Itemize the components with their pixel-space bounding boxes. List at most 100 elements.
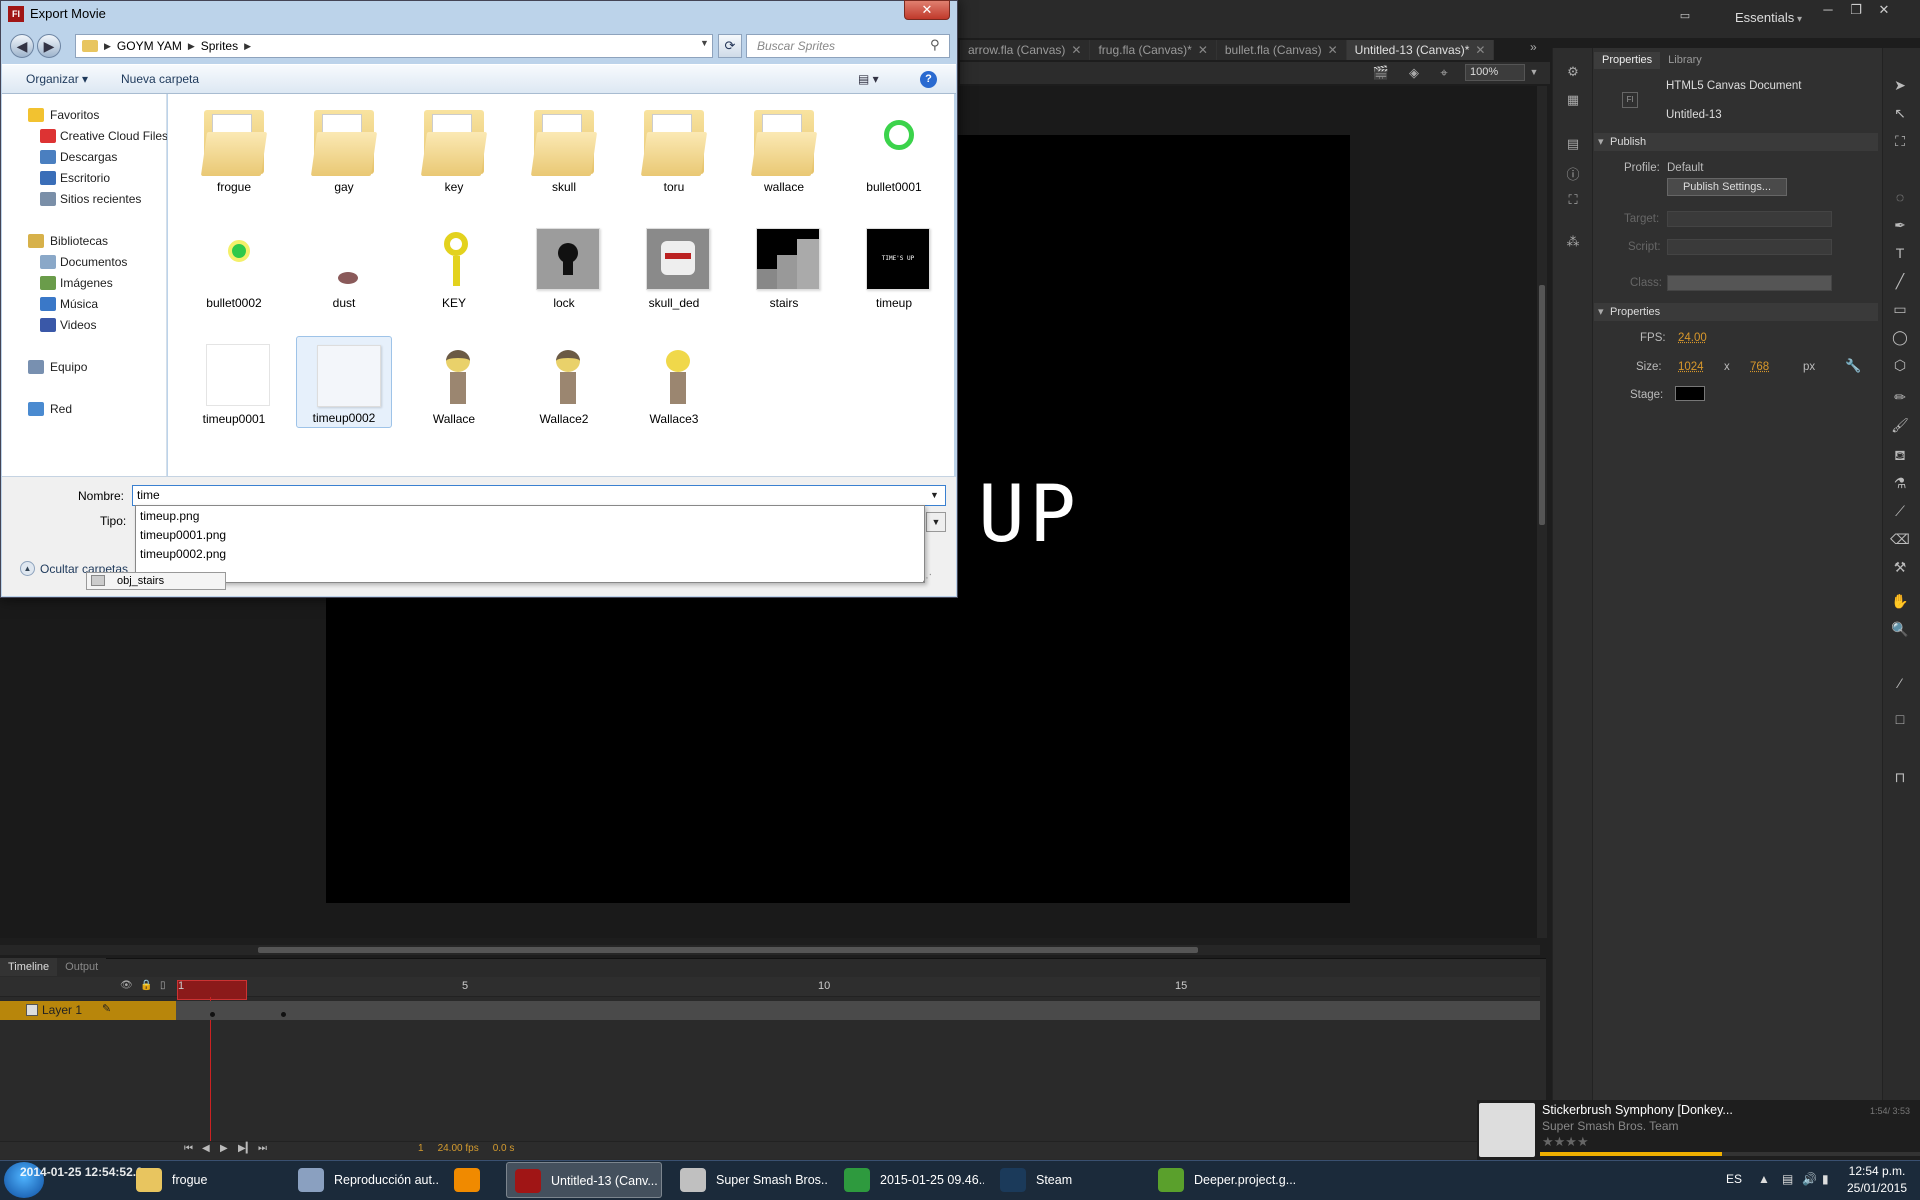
- image-file-item[interactable]: TIME'S UP timeup: [846, 220, 942, 312]
- address-bar[interactable]: ▶ GOYM YAM ▶ Sprites ▶: [75, 34, 713, 58]
- image-file-item[interactable]: bullet0001: [846, 104, 942, 196]
- document-tab[interactable]: bullet.fla (Canvas) ✕: [1216, 40, 1347, 60]
- zoom-field[interactable]: 100%: [1465, 64, 1525, 81]
- lock-icon[interactable]: 🔒: [140, 980, 152, 991]
- info-icon[interactable]: ⓘ: [1564, 164, 1582, 182]
- layer-frames[interactable]: [176, 1001, 1540, 1020]
- back-button[interactable]: ◀: [10, 34, 34, 58]
- image-file-item[interactable]: KEY: [406, 220, 502, 312]
- workspace-switcher[interactable]: Essentials: [1735, 10, 1802, 25]
- class-field[interactable]: [1667, 275, 1832, 291]
- nav-item[interactable]: Favoritos: [2, 105, 167, 126]
- taskbar-item[interactable]: [446, 1162, 490, 1198]
- track-rating[interactable]: ★★★★: [1542, 1134, 1589, 1150]
- document-tab[interactable]: Untitled-13 (Canvas)* ✕: [1346, 40, 1495, 60]
- edit-scene-icon[interactable]: 🎬: [1372, 64, 1390, 81]
- snap-icon[interactable]: ⊓: [1888, 766, 1912, 788]
- stroke-color-icon[interactable]: ⁄: [1888, 672, 1912, 694]
- play-icon[interactable]: ▶: [220, 1143, 228, 1154]
- taskbar-item[interactable]: Steam: [992, 1162, 1142, 1198]
- timeline-tab[interactable]: Output: [57, 958, 107, 976]
- file-name-input[interactable]: time: [132, 485, 946, 506]
- image-file-item[interactable]: Wallace3: [626, 336, 722, 428]
- width-value[interactable]: 1024: [1678, 361, 1704, 373]
- search-icon[interactable]: ⚲: [930, 37, 940, 53]
- line-tool-icon[interactable]: ╱: [1888, 270, 1912, 292]
- close-tab-icon[interactable]: ✕: [1198, 43, 1208, 57]
- components-icon[interactable]: ⁂: [1564, 234, 1582, 252]
- script-dropdown[interactable]: [1667, 239, 1832, 255]
- close-tab-icon[interactable]: ✕: [1328, 43, 1338, 57]
- document-tab[interactable]: frug.fla (Canvas)* ✕: [1090, 40, 1217, 60]
- step-back-icon[interactable]: ◀: [202, 1143, 210, 1154]
- eye-icon[interactable]: 👁: [120, 980, 133, 991]
- network-icon[interactable]: ▤: [1782, 1172, 1793, 1186]
- breadcrumb-chevron-icon[interactable]: ▶: [244, 41, 251, 52]
- folder-item[interactable]: skull: [516, 104, 612, 196]
- power-icon[interactable]: ▮: [1822, 1172, 1829, 1186]
- image-file-item[interactable]: timeup0002: [296, 336, 392, 428]
- brush-tool-icon[interactable]: 🖌: [1888, 414, 1912, 436]
- clock-date[interactable]: 25/01/2015: [1842, 1181, 1912, 1195]
- resize-grip-icon[interactable]: ⋰: [922, 573, 932, 584]
- target-dropdown[interactable]: [1667, 211, 1832, 227]
- frame-rate[interactable]: 24.00 fps: [438, 1143, 479, 1154]
- image-file-item[interactable]: skull_ded: [626, 220, 722, 312]
- image-file-item[interactable]: bullet0002: [186, 220, 282, 312]
- vertical-scroll-thumb[interactable]: [1539, 285, 1545, 525]
- transform-icon[interactable]: ⛶: [1564, 192, 1582, 210]
- outline-icon[interactable]: ▯: [160, 980, 166, 991]
- image-file-item[interactable]: dust: [296, 220, 392, 312]
- taskbar-item[interactable]: Deeper.project.g...: [1150, 1162, 1306, 1198]
- selection-tool-icon[interactable]: ➤: [1888, 74, 1912, 96]
- pen-tool-icon[interactable]: ✒: [1888, 214, 1912, 236]
- hand-tool-icon[interactable]: ✋: [1888, 590, 1912, 612]
- image-file-item[interactable]: Wallace2: [516, 336, 612, 428]
- folder-item[interactable]: key: [406, 104, 502, 196]
- nav-item[interactable]: Sitios recientes: [2, 189, 167, 210]
- taskbar-item[interactable]: frogue: [128, 1162, 278, 1198]
- folder-item[interactable]: toru: [626, 104, 722, 196]
- image-file-item[interactable]: lock: [516, 220, 612, 312]
- forward-button[interactable]: ▶: [37, 34, 61, 58]
- last-frame-icon[interactable]: ⏭: [258, 1143, 267, 1154]
- restore-button[interactable]: ❐: [1843, 0, 1869, 20]
- taskbar-item[interactable]: Untitled-13 (Canv...: [506, 1162, 662, 1198]
- image-file-item[interactable]: timeup0001: [186, 336, 282, 428]
- eyedropper-icon[interactable]: ⟋: [1888, 500, 1912, 522]
- taskbar-item[interactable]: Reproducción aut...: [290, 1162, 438, 1198]
- breadcrumb-goym-yam[interactable]: GOYM YAM: [117, 39, 182, 53]
- autocomplete-item[interactable]: timeup0002.png: [140, 547, 226, 561]
- zoom-tool-icon[interactable]: 🔍: [1888, 618, 1912, 640]
- paint-bucket-icon[interactable]: ⛾: [1888, 444, 1912, 466]
- new-folder-button[interactable]: Nueva carpeta: [121, 72, 199, 86]
- properties-section-header[interactable]: Properties: [1594, 303, 1878, 321]
- center-stage-icon[interactable]: ⌖: [1435, 64, 1453, 81]
- horizontal-scroll-thumb[interactable]: [258, 947, 1198, 953]
- folder-item[interactable]: gay: [296, 104, 392, 196]
- subselection-tool-icon[interactable]: ↖: [1888, 102, 1912, 124]
- clock-time[interactable]: 12:54 p.m.: [1842, 1164, 1912, 1178]
- autocomplete-item[interactable]: timeup0001.png: [140, 528, 226, 542]
- nav-item[interactable]: Música: [2, 294, 167, 315]
- nav-item[interactable]: Creative Cloud Files: [2, 126, 167, 147]
- playhead[interactable]: [177, 980, 247, 1000]
- pencil-icon[interactable]: ✎: [102, 1002, 111, 1015]
- nav-item[interactable]: Descargas: [2, 147, 167, 168]
- eraser-icon[interactable]: ⌫: [1888, 528, 1912, 550]
- view-options-icon[interactable]: ▤ ▾: [858, 72, 879, 86]
- tray-expand-icon[interactable]: ▲: [1758, 1172, 1770, 1186]
- dialog-close-button[interactable]: ✕: [904, 0, 950, 20]
- document-tab[interactable]: arrow.fla (Canvas) ✕: [960, 40, 1091, 60]
- align-icon[interactable]: ▦: [1564, 92, 1582, 110]
- help-icon[interactable]: ?: [920, 71, 937, 88]
- zoom-dropdown-icon[interactable]: ▼: [1527, 64, 1541, 81]
- nav-item[interactable]: Red: [2, 399, 167, 420]
- stage-text[interactable]: UP: [978, 470, 1080, 560]
- breadcrumb-sprites[interactable]: Sprites: [201, 39, 238, 53]
- timeline-tab[interactable]: Timeline: [0, 958, 58, 976]
- layer-name[interactable]: Layer 1: [42, 1003, 82, 1017]
- nav-item[interactable]: Escritorio: [2, 168, 167, 189]
- image-file-item[interactable]: Wallace: [406, 336, 502, 428]
- keyframe[interactable]: [210, 1012, 215, 1017]
